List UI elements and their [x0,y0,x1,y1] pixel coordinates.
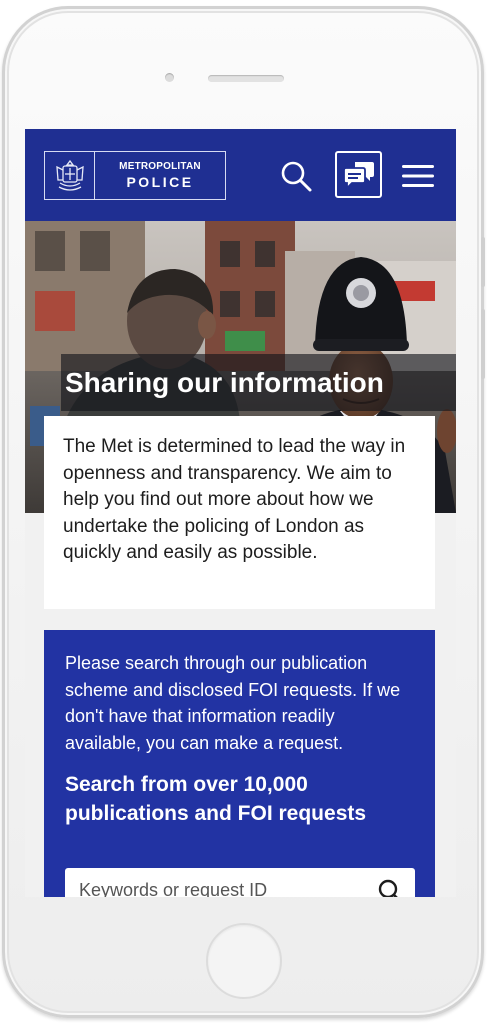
earpiece-speaker [208,75,284,82]
search-heading: Search from over 10,000 publications and… [65,773,367,825]
search-box [65,868,415,897]
contact-chat-button[interactable] [335,151,382,198]
chat-icon [342,161,374,190]
front-camera [165,73,174,82]
search-icon [281,161,312,192]
logo-line-1: METROPOLITAN [119,161,201,172]
crest-icon [45,152,95,199]
met-police-logo[interactable]: METROPOLITAN POLICE [44,151,226,200]
intro-card: The Met is determined to lead the way in… [44,416,435,609]
search-icon [378,879,398,897]
side-button [481,309,485,379]
search-description: Please search through our publication sc… [65,653,401,753]
home-button[interactable] [206,923,282,999]
header-search-button[interactable] [279,159,315,195]
volume-button [481,237,485,287]
phone-screen: METROPOLITAN POLICE Sharing our informat… [25,129,456,897]
hero-title-bar: Sharing our information [61,354,456,411]
site-header: METROPOLITAN POLICE [25,129,456,221]
page-title: Sharing our information [65,366,384,398]
intro-text: The Met is determined to lead the way in… [63,436,406,563]
foi-search-panel: Please search through our publication sc… [44,630,435,897]
menu-icon [402,165,434,187]
search-input[interactable] [65,868,365,897]
menu-button[interactable] [401,163,435,189]
logo-line-2: POLICE [126,174,194,190]
logo-wordmark: METROPOLITAN POLICE [95,152,225,199]
search-submit-button[interactable] [377,878,403,897]
